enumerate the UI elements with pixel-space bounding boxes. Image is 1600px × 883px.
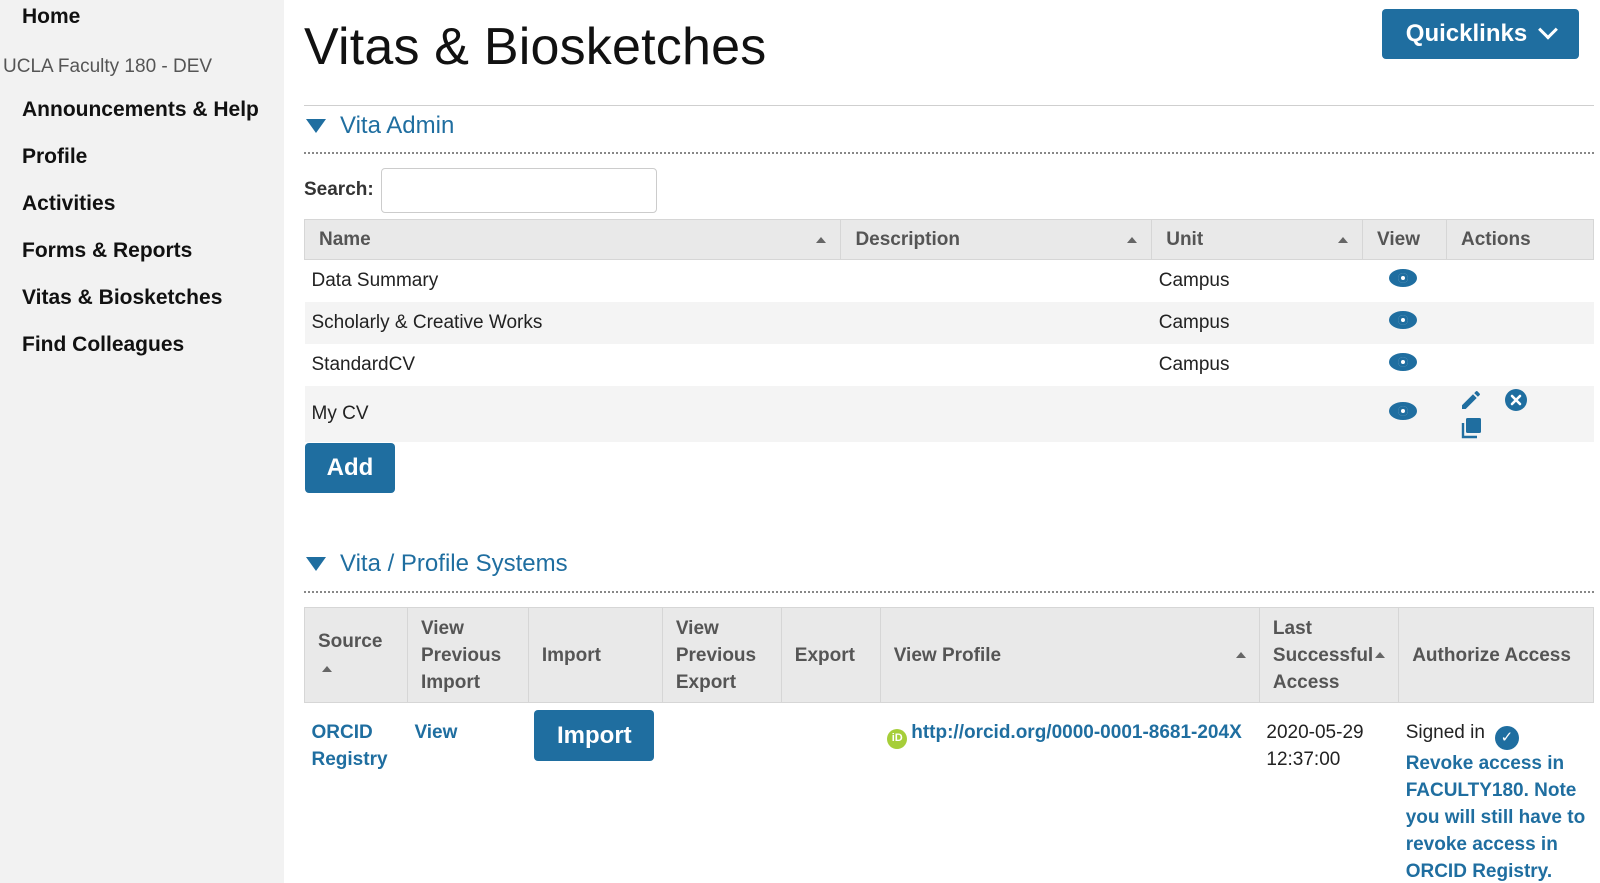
sort-up-icon <box>1375 652 1386 658</box>
col-header-authorize: Authorize Access <box>1398 607 1594 703</box>
divider <box>304 152 1594 154</box>
table-row: ORCID Registry View Import iD http://orci… <box>305 703 1594 883</box>
triangle-down-icon <box>306 119 326 133</box>
cell-description <box>841 260 1152 302</box>
view-previous-import-link[interactable]: View <box>414 722 457 743</box>
orcid-profile-link[interactable]: http://orcid.org/0000-0001-8681-204X <box>911 722 1242 743</box>
cell-description <box>841 344 1152 386</box>
col-header-last-access[interactable]: Last Successful Access <box>1258 607 1400 703</box>
sidebar-item-find-colleagues[interactable]: Find Colleagues <box>22 332 259 379</box>
chevron-down-icon <box>1538 19 1559 40</box>
table-row: Data Summary Campus <box>305 260 1594 302</box>
sidebar-item-vitas[interactable]: Vitas & Biosketches <box>22 285 259 332</box>
cell-unit: Campus <box>1158 353 1230 375</box>
col-header-export: Export <box>780 607 881 703</box>
check-circle-icon: ✓ <box>1494 725 1519 750</box>
page-title: Vitas & Biosketches <box>304 18 767 76</box>
eye-icon[interactable] <box>1388 352 1417 371</box>
orcid-icon: iD <box>887 728 908 749</box>
sidebar-item-announcements[interactable]: Announcements & Help <box>22 97 259 144</box>
cell-description <box>840 301 1152 344</box>
cell-name: Data Summary <box>311 269 439 291</box>
last-access-value: 2020-05-29 12:37:00 <box>1266 722 1364 770</box>
signed-in-label: Signed in <box>1405 722 1485 743</box>
vita-admin-table: Name Description Unit View Actions Data … <box>303 219 1594 442</box>
delete-circle-icon[interactable] <box>1502 386 1530 414</box>
col-header-unit[interactable]: Unit <box>1151 219 1364 260</box>
sort-up-icon <box>1127 236 1138 243</box>
col-header-description[interactable]: Description <box>840 219 1153 260</box>
sort-up-icon <box>1338 236 1349 243</box>
systems-toggle[interactable]: Vita / Profile Systems <box>306 550 568 578</box>
col-header-import: Import <box>527 607 663 703</box>
sidebar-item-profile[interactable]: Profile <box>22 144 259 191</box>
add-button[interactable]: Add <box>305 443 395 493</box>
divider <box>304 105 1594 106</box>
revoke-access-link[interactable]: Revoke access in FACULTY180. Note you wi… <box>1406 753 1585 882</box>
col-header-view: View <box>1362 219 1448 260</box>
eye-icon[interactable] <box>1388 310 1417 329</box>
cell-unit: Campus <box>1151 301 1363 344</box>
cell-unit: Campus <box>1158 269 1230 291</box>
import-button[interactable]: Import <box>534 710 655 761</box>
table-row: StandardCV Campus <box>305 344 1594 386</box>
search-label: Search: <box>304 179 374 200</box>
sidebar-home-link[interactable]: Home <box>22 5 80 29</box>
col-header-view-prev-export: View Previous Export <box>661 607 782 703</box>
col-header-name[interactable]: Name <box>303 219 842 260</box>
sidebar: Home UCLA Faculty 180 - DEV Announcement… <box>0 0 284 883</box>
quicklinks-label: Quicklinks <box>1405 20 1528 47</box>
sidebar-org-label: UCLA Faculty 180 - DEV <box>3 56 213 77</box>
quicklinks-button[interactable]: Quicklinks <box>1382 9 1579 59</box>
sort-up-icon <box>816 236 827 243</box>
cell-name: StandardCV <box>311 353 416 375</box>
sort-up-icon <box>322 665 332 672</box>
sort-up-icon <box>1235 652 1246 658</box>
copy-icon[interactable] <box>1457 414 1485 442</box>
eye-icon[interactable] <box>1388 401 1417 420</box>
cell-unit <box>1151 385 1363 442</box>
source-link[interactable]: ORCID Registry <box>312 722 388 770</box>
table-row: Scholarly & Creative Works Campus <box>304 301 1594 344</box>
sidebar-item-activities[interactable]: Activities <box>22 191 259 238</box>
vita-admin-heading: Vita Admin <box>340 112 455 139</box>
sidebar-item-forms-reports[interactable]: Forms & Reports <box>22 238 259 285</box>
cell-name: My CV <box>304 385 841 442</box>
col-header-view-prev-import: View Previous Import <box>406 607 529 703</box>
search-input[interactable] <box>381 168 657 213</box>
vita-admin-toggle[interactable]: Vita Admin <box>306 112 454 140</box>
table-row: My CV <box>304 385 1594 442</box>
eye-icon[interactable] <box>1388 268 1417 287</box>
pencil-icon[interactable] <box>1457 386 1485 414</box>
col-header-view-profile[interactable]: View Profile <box>879 607 1260 703</box>
col-header-source[interactable]: Source <box>304 607 408 703</box>
col-header-actions: Actions <box>1446 219 1594 260</box>
triangle-down-icon <box>306 557 326 571</box>
divider <box>304 591 1594 593</box>
cell-name: Scholarly & Creative Works <box>304 301 841 344</box>
systems-heading: Vita / Profile Systems <box>340 550 568 577</box>
sidebar-nav: Announcements & Help Profile Activities … <box>22 97 259 379</box>
systems-table: Source View Previous Import Import View … <box>304 607 1594 883</box>
cell-description <box>840 385 1152 442</box>
